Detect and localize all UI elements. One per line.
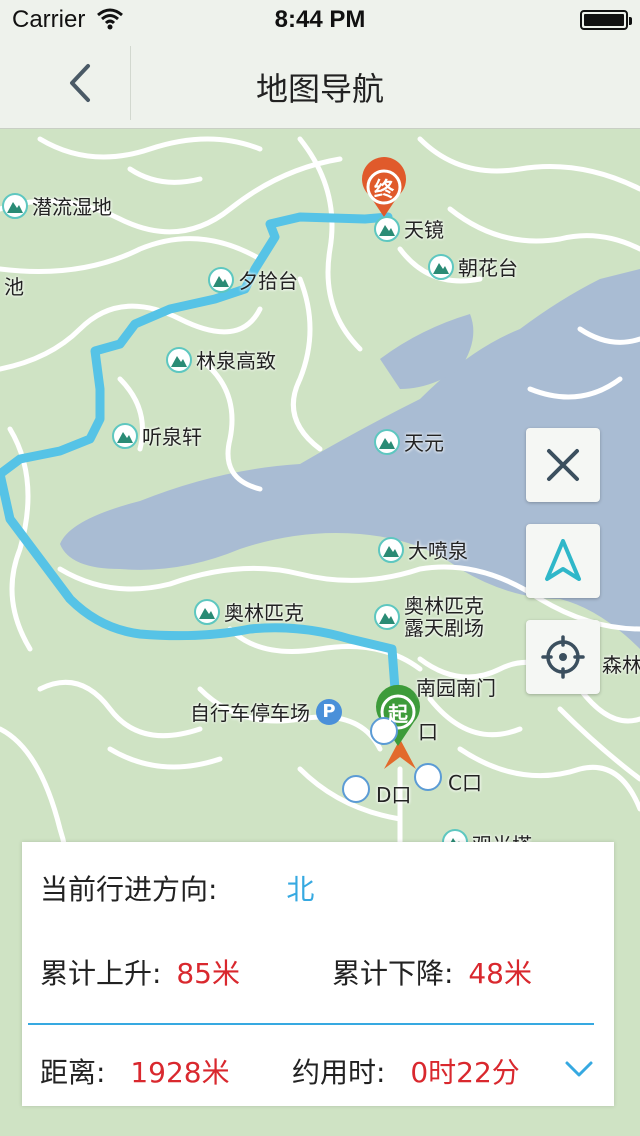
tree-icon	[166, 346, 192, 373]
direction-value: 北	[286, 873, 315, 906]
poi-tingquanxuan[interactable]: 听泉轩	[112, 421, 202, 450]
locate-icon	[541, 635, 585, 679]
distance-value: 1928米	[130, 1056, 230, 1089]
status-bar: Carrier 8:44 PM	[0, 0, 640, 40]
poi-chi[interactable]: 池	[4, 271, 24, 300]
poi-observation-tower[interactable]: 观光塔	[442, 829, 532, 843]
ascent-row: 累计上升: 85米	[40, 952, 240, 992]
poi-linquangaozhi[interactable]: 林泉高致	[166, 345, 276, 374]
tree-icon	[442, 829, 468, 843]
tree-icon	[374, 215, 400, 242]
distance-row: 距离: 1928米	[40, 1051, 230, 1091]
close-button[interactable]	[526, 428, 600, 502]
battery-icon	[580, 10, 632, 30]
descent-value: 48米	[468, 957, 532, 990]
navigate-arrow-icon	[545, 539, 581, 581]
poi-zhaohuatai[interactable]: 朝花台	[428, 252, 518, 281]
direction-label: 当前行进方向:	[40, 873, 218, 906]
descent-row: 累计下降: 48米	[332, 952, 532, 992]
descent-label: 累计下降:	[332, 957, 454, 990]
page-title: 地图导航	[255, 70, 384, 108]
duration-row: 约用时: 0时22分	[292, 1051, 520, 1091]
start-marker-label: 起	[388, 702, 408, 726]
ascent-label: 累计上升:	[40, 957, 162, 990]
clock: 8:44 PM	[274, 6, 366, 33]
locate-button[interactable]	[526, 620, 600, 694]
poi-dapenquan[interactable]: 大喷泉	[378, 535, 468, 564]
tree-icon	[428, 253, 454, 280]
parking-icon: P	[316, 698, 342, 725]
poi-olympic-theater[interactable]: 奥林匹克露天剧场	[374, 595, 494, 639]
poi-tianyuan[interactable]: 天元	[374, 427, 444, 456]
poi-gate-c[interactable]: C口	[448, 767, 482, 796]
end-marker-label: 终	[374, 177, 394, 201]
tree-icon	[374, 428, 400, 455]
tree-icon	[378, 536, 404, 563]
duration-value: 0时22分	[410, 1056, 520, 1089]
tree-icon	[374, 604, 400, 630]
poi-bike-parking[interactable]: 自行车停车场 P	[190, 697, 342, 726]
poi-gate-d[interactable]: D口	[376, 779, 411, 808]
poi-tianjing[interactable]: 天镜	[374, 214, 444, 243]
tree-icon	[208, 266, 234, 293]
chevron-down-icon[interactable]	[564, 1054, 594, 1084]
tree-icon	[194, 598, 220, 625]
navigation-bar: 地图导航	[0, 40, 640, 129]
distance-label: 距离:	[40, 1056, 106, 1089]
navigate-button[interactable]	[526, 524, 600, 598]
poi-nanyuan-south-gate[interactable]: 南园南门	[416, 672, 496, 701]
tree-icon	[2, 192, 28, 219]
close-icon	[547, 449, 579, 481]
panel-divider	[28, 1023, 594, 1025]
direction-row: 当前行进方向: 北	[40, 868, 314, 908]
duration-label: 约用时:	[292, 1056, 386, 1089]
tree-icon	[112, 422, 138, 449]
poi-qianliu-wetland[interactable]: 潜流湿地	[2, 191, 112, 220]
poi-aolinpike[interactable]: 奥林匹克	[194, 597, 304, 626]
navigation-info-panel: 当前行进方向: 北 累计上升: 85米 累计下降: 48米 距离: 1928米 …	[22, 842, 614, 1106]
poi-gate-mouth[interactable]: 口	[418, 716, 438, 745]
ascent-value: 85米	[176, 957, 240, 990]
poi-xishitai[interactable]: 夕拾台	[208, 265, 298, 294]
